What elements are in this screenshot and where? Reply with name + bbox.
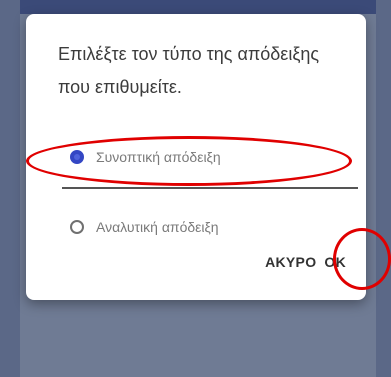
selection-underline xyxy=(62,187,358,189)
radio-unselected-icon[interactable] xyxy=(70,220,84,234)
cancel-button[interactable]: ΑΚΥΡΟ xyxy=(265,254,316,270)
option-summary-label: Συνοπτική απόδειξη xyxy=(96,149,221,165)
receipt-type-dialog: Επιλέξτε τον τύπο της απόδειξης που επιθ… xyxy=(26,14,366,300)
option-detailed-label: Αναλυτική απόδειξη xyxy=(96,219,219,235)
radio-selected-icon[interactable] xyxy=(70,150,84,164)
option-detailed-receipt[interactable]: Αναλυτική απόδειξη xyxy=(70,214,219,240)
backdrop-scrim-left xyxy=(0,0,20,377)
option-summary-receipt[interactable]: Συνοπτική απόδειξη xyxy=(70,144,221,170)
dialog-message: Επιλέξτε τον τύπο της απόδειξης που επιθ… xyxy=(58,44,320,97)
backdrop-scrim-right xyxy=(376,0,391,377)
ok-button[interactable]: OK xyxy=(324,254,346,270)
app-header-strip xyxy=(0,0,391,14)
dialog-actions: ΑΚΥΡΟ OK xyxy=(265,254,346,270)
